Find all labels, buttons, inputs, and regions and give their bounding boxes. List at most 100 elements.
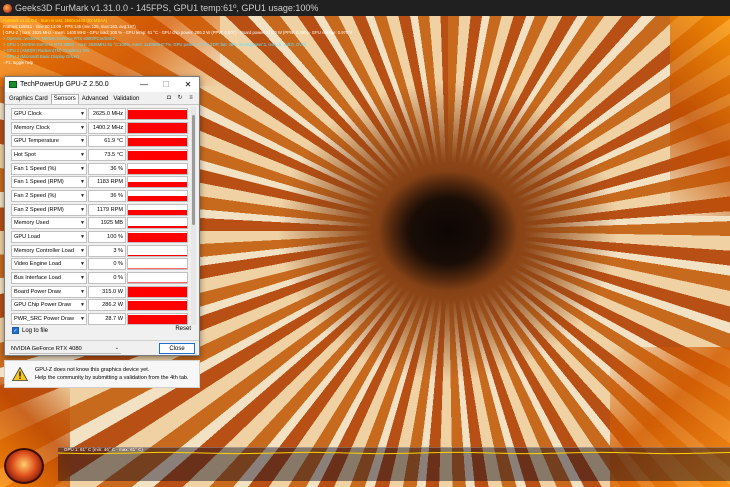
sensor-graph-fill — [128, 123, 187, 133]
gpu-select-value: NVIDIA GeForce RTX 4080 — [11, 345, 82, 352]
sensor-name[interactable]: GPU Clock ▼ — [11, 107, 87, 120]
tab-validation[interactable]: Validation — [111, 96, 141, 104]
sensor-name[interactable]: PWR_SRC Power Draw ▼ — [11, 313, 87, 325]
camera-icon[interactable]: ◘ — [165, 95, 173, 102]
sensor-name[interactable]: Memory Clock ▼ — [11, 121, 87, 134]
sensor-graph-fill — [128, 255, 187, 256]
chevron-down-icon[interactable]: ▼ — [80, 220, 85, 226]
chevron-down-icon[interactable]: ▼ — [80, 261, 85, 267]
sensor-graph — [127, 313, 188, 325]
chevron-down-icon[interactable]: ▼ — [80, 234, 85, 240]
chevron-down-icon[interactable]: ▼ — [80, 193, 85, 199]
chevron-down-icon[interactable]: ▼ — [80, 248, 85, 254]
sensor-name[interactable]: GPU Temperature ▼ — [11, 135, 87, 148]
chevron-down-icon[interactable]: ▼ — [80, 207, 85, 213]
sensor-name[interactable]: Hot Spot ▼ — [11, 148, 87, 161]
furmark-logo — [4, 448, 44, 484]
gpuz-tab-bar: Graphics Card Sensors Advanced Validatio… — [5, 92, 199, 105]
background-cube-tr — [670, 16, 730, 216]
sensor-name[interactable]: Fan 2 Speed (RPM) ▼ — [11, 203, 87, 216]
sensor-name[interactable]: Fan 2 Speed (%) ▼ — [11, 189, 87, 202]
log-to-file-row[interactable]: ✓ Log to file — [12, 327, 48, 334]
sensor-name-label: Board Power Draw — [14, 288, 61, 295]
sensor-scrollbar-thumb[interactable] — [192, 115, 195, 225]
chevron-down-icon[interactable]: ▼ — [80, 302, 85, 308]
sensor-graph-fill — [128, 287, 187, 297]
sensor-graph — [127, 148, 188, 161]
refresh-icon[interactable]: ↻ — [176, 95, 184, 102]
chevron-down-icon[interactable]: ▼ — [80, 289, 85, 295]
sensor-graph — [127, 285, 188, 298]
sensor-name-label: PWR_SRC Power Draw — [14, 316, 74, 323]
sensor-name[interactable]: Memory Used ▼ — [11, 217, 87, 230]
sensor-graph-fill — [128, 210, 187, 215]
sensor-scrollbar[interactable] — [191, 107, 196, 325]
sensor-row: GPU Chip Power Draw ▼ 286.2 W — [11, 299, 193, 313]
sensor-graph — [127, 203, 188, 216]
gpu-select-dropdown[interactable]: NVIDIA GeForce RTX 4080 ⌄ — [9, 344, 121, 354]
sensor-value: 3 % — [88, 244, 126, 257]
tab-advanced[interactable]: Advanced — [80, 96, 111, 104]
sensor-name[interactable]: Board Power Draw ▼ — [11, 285, 87, 298]
sensor-row: Fan 2 Speed (RPM) ▼ 1179 RPM — [11, 203, 193, 217]
sensor-graph — [127, 162, 188, 175]
chevron-down-icon[interactable]: ▼ — [80, 166, 85, 172]
tab-sensors[interactable]: Sensors — [50, 94, 79, 104]
sensor-name-label: Fan 2 Speed (%) — [14, 192, 57, 199]
sensor-row: Fan 1 Speed (%) ▼ 36 % — [11, 162, 193, 176]
sensor-name[interactable]: Fan 1 Speed (%) ▼ — [11, 162, 87, 175]
gpuz-footer: NVIDIA GeForce RTX 4080 ⌄ Close — [5, 340, 199, 355]
sensor-name[interactable]: GPU Load ▼ — [11, 231, 87, 244]
sensor-value: 1179 RPM — [88, 203, 126, 216]
log-to-file-label[interactable]: Log to file — [22, 328, 48, 334]
sensor-graph-fill — [128, 226, 187, 229]
sensor-name-label: Memory Clock — [14, 124, 50, 131]
sensor-row: GPU Clock ▼ 2625.0 MHz — [11, 107, 193, 121]
chevron-down-icon[interactable]: ▼ — [80, 275, 85, 281]
gpuz-toolbar: ◘ ↻ ≡ — [165, 95, 195, 102]
furmark-osd: FurMark v1.31.0.0 - Burn-in test, 2560x1… — [3, 18, 352, 66]
chevron-down-icon[interactable]: ▼ — [80, 125, 85, 131]
warning-icon — [12, 367, 28, 381]
sensor-graph-fill — [128, 151, 187, 160]
close-button[interactable]: Close — [159, 343, 195, 354]
sensor-name[interactable]: Bus Interface Load ▼ — [11, 272, 87, 285]
log-to-file-checkbox[interactable]: ✓ — [12, 327, 19, 334]
sensor-graph — [127, 258, 188, 271]
sensor-name-label: Fan 1 Speed (RPM) — [14, 179, 64, 186]
chevron-down-icon: ⌄ — [114, 345, 119, 351]
sensor-name-label: Bus Interface Load — [14, 275, 61, 282]
sensor-graph — [127, 189, 188, 202]
minimize-button[interactable]: — — [133, 77, 155, 92]
tab-graphics-card[interactable]: Graphics Card — [7, 96, 50, 104]
sensor-value: 100 % — [88, 231, 126, 244]
chevron-down-icon[interactable]: ▼ — [80, 179, 85, 185]
chevron-down-icon[interactable]: ▼ — [80, 316, 85, 322]
sensor-name-label: GPU Temperature — [14, 138, 59, 145]
sensor-name-label: Memory Used — [14, 220, 49, 227]
reset-button[interactable]: Reset — [175, 326, 191, 332]
menu-icon[interactable]: ≡ — [187, 95, 195, 102]
sensor-name[interactable]: Fan 1 Speed (RPM) ▼ — [11, 176, 87, 189]
sensor-row: Memory Clock ▼ 1400.2 MHz — [11, 121, 193, 135]
sensor-graph-fill — [128, 195, 187, 201]
gpuz-title-bar[interactable]: TechPowerUp GPU-Z 2.50.0 — ☐ ✕ — [5, 77, 199, 92]
sensor-value: 73.5 °C — [88, 148, 126, 161]
window-close-button[interactable]: ✕ — [177, 77, 199, 92]
sensor-value: 36 % — [88, 189, 126, 202]
sensor-value: 315.0 W — [88, 285, 126, 298]
furmark-title-bar: Geeks3D FurMark v1.31.0.0 - 145FPS, GPU1… — [0, 0, 730, 16]
sensor-name-label: Fan 2 Speed (RPM) — [14, 206, 64, 213]
maximize-button[interactable]: ☐ — [155, 77, 177, 92]
sensor-name[interactable]: Video Engine Load ▼ — [11, 258, 87, 271]
sensor-name-label: GPU Load — [14, 234, 41, 241]
sensor-name-label: Memory Controller Load — [14, 247, 75, 254]
osd-line: - F1: toggle help — [3, 60, 34, 65]
temperature-graph-line — [58, 451, 730, 455]
sensor-name[interactable]: GPU Chip Power Draw ▼ — [11, 299, 87, 312]
sensor-name[interactable]: Memory Controller Load ▼ — [11, 244, 87, 257]
sensor-value: 0 % — [88, 272, 126, 285]
chevron-down-icon[interactable]: ▼ — [80, 138, 85, 144]
chevron-down-icon[interactable]: ▼ — [80, 111, 85, 117]
chevron-down-icon[interactable]: ▼ — [80, 152, 85, 158]
